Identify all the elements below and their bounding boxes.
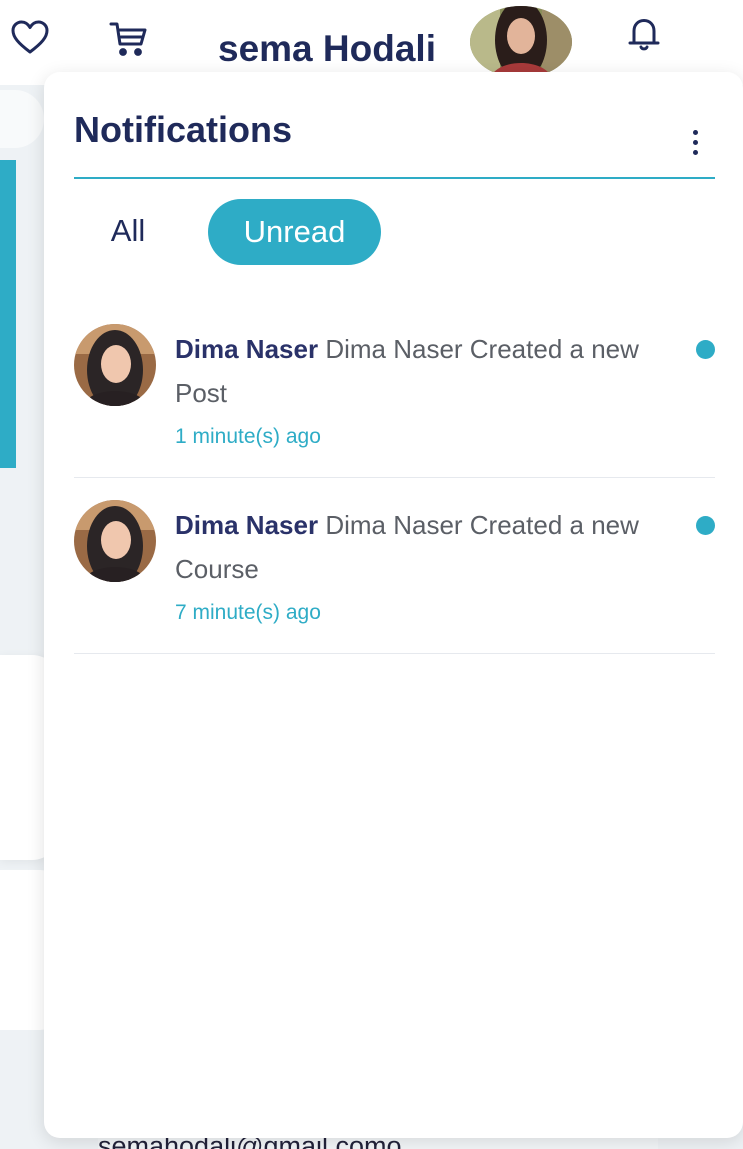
notification-item[interactable]: Dima Naser Dima Naser Created a new Cour… xyxy=(74,478,715,654)
cart-icon[interactable] xyxy=(104,14,152,62)
app-screen: semahodali@gmail.como sema Hodali Notifi… xyxy=(0,0,743,1149)
tab-unread[interactable]: Unread xyxy=(208,199,381,265)
unread-dot xyxy=(696,516,715,535)
user-name[interactable]: sema Hodali xyxy=(218,25,436,73)
bell-icon[interactable] xyxy=(620,10,668,58)
notification-text: Dima Naser Dima Naser Created a new Post xyxy=(175,327,695,415)
notifications-title: Notifications xyxy=(74,109,293,150)
notifications-divider xyxy=(74,177,715,179)
heart-icon[interactable] xyxy=(6,14,54,62)
notification-author: Dima Naser xyxy=(175,510,319,540)
notification-text: Dima Naser Dima Naser Created a new Cour… xyxy=(175,503,695,591)
notification-avatar xyxy=(74,324,156,406)
notification-item[interactable]: Dima Naser Dima Naser Created a new Post… xyxy=(74,302,715,478)
notification-time: 1 minute(s) ago xyxy=(175,425,321,448)
unread-dot xyxy=(696,340,715,359)
notification-author: Dima Naser xyxy=(175,334,319,364)
tab-all[interactable]: All xyxy=(88,199,168,263)
notifications-dropdown: Notifications All Unread Dima Naser Dima… xyxy=(44,72,743,1138)
more-options-icon[interactable] xyxy=(680,122,710,162)
notification-time: 7 minute(s) ago xyxy=(175,601,321,624)
background-teal-banner xyxy=(0,160,16,468)
notification-avatar xyxy=(74,500,156,582)
user-avatar[interactable] xyxy=(470,6,572,78)
